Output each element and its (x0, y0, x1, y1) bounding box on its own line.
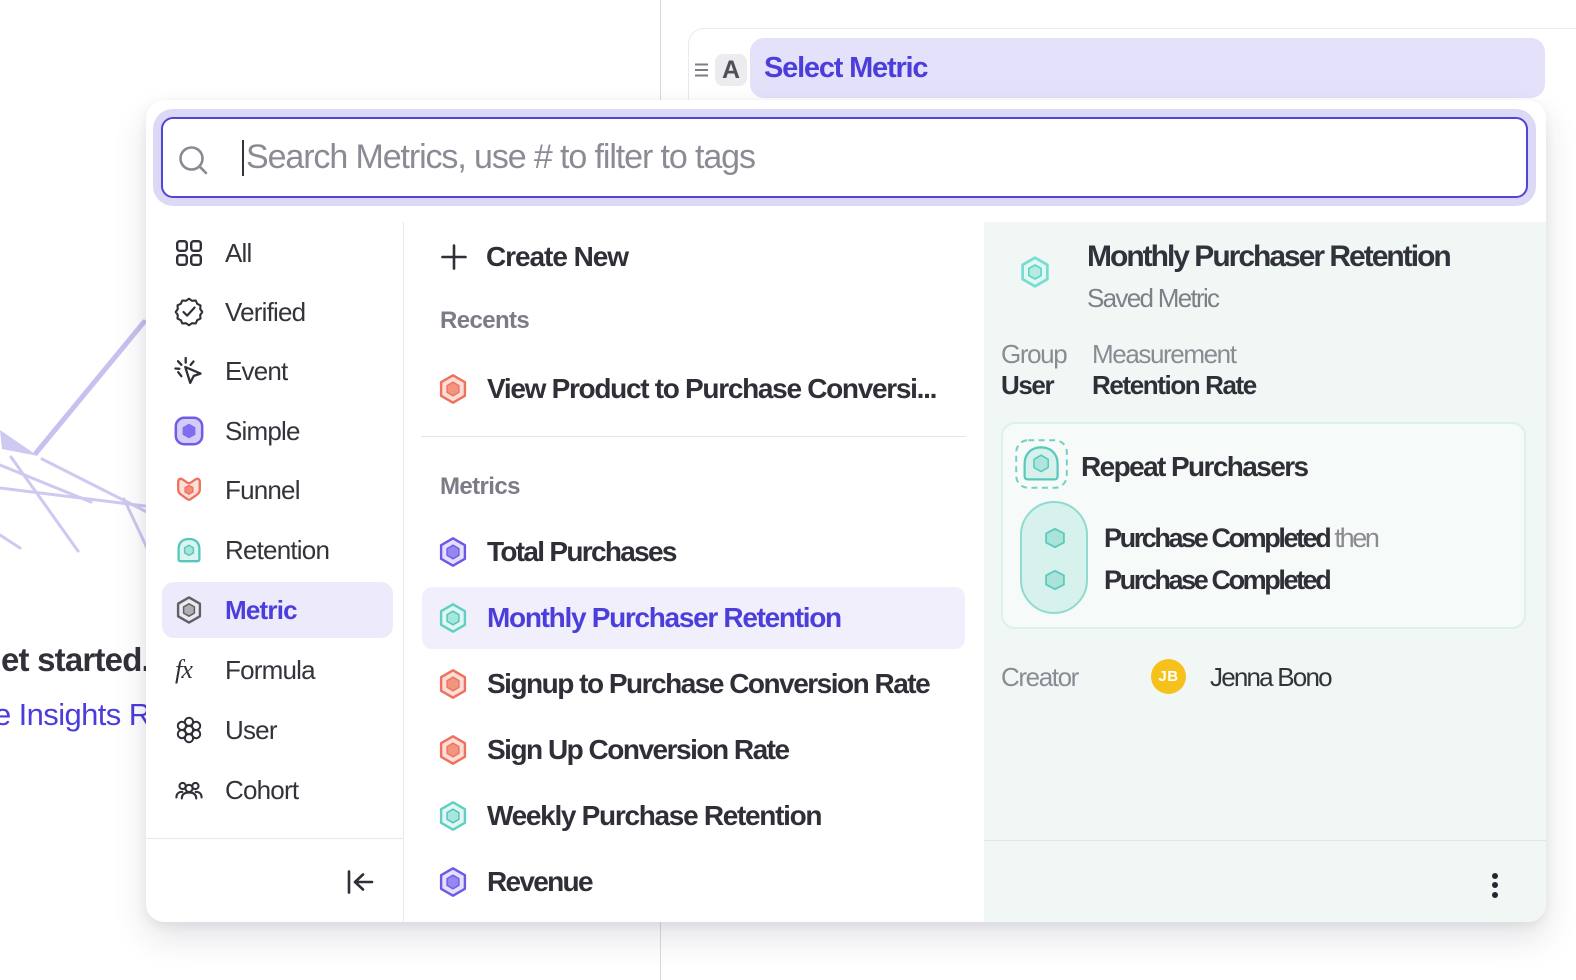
svg-text:fx: fx (175, 655, 193, 684)
